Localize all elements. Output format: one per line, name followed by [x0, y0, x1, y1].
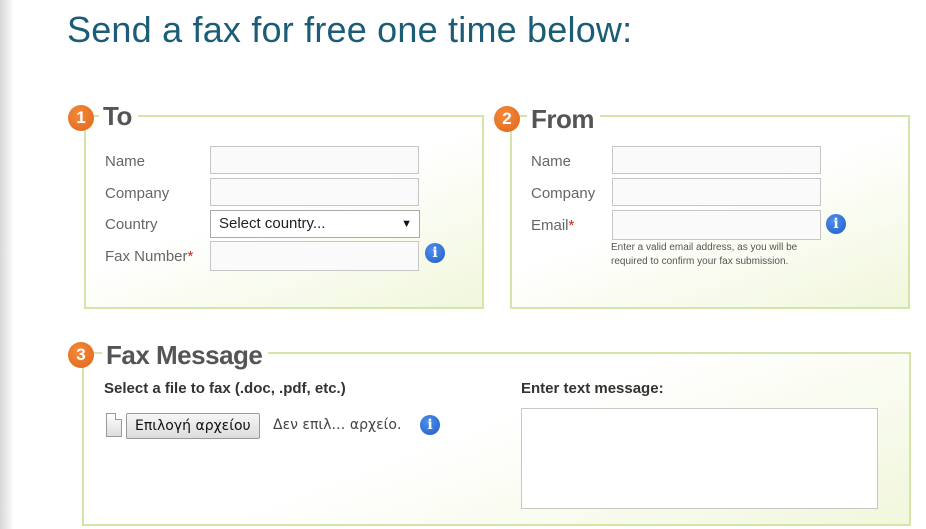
to-name-label: Name: [105, 153, 146, 170]
info-icon[interactable]: i: [425, 243, 445, 263]
email-hint-line-2: required to confirm your fax submission.: [611, 256, 789, 267]
message-section-title: Fax Message: [102, 340, 269, 371]
email-label: Email*: [531, 217, 574, 234]
from-name-input[interactable]: [612, 146, 821, 174]
chevron-down-icon: ▼: [401, 218, 412, 230]
fax-number-input[interactable]: [210, 241, 419, 271]
file-icon: [106, 413, 122, 437]
to-section-title: To: [99, 101, 138, 132]
email-input[interactable]: [612, 210, 821, 240]
required-mark: *: [568, 217, 575, 234]
from-step-badge: 2: [494, 106, 520, 132]
country-select-value: Select country...: [219, 215, 326, 232]
required-mark: *: [187, 248, 194, 265]
email-hint: Enter a valid email address, as you will…: [611, 241, 797, 269]
left-shadow-bar: [0, 0, 14, 529]
info-icon[interactable]: i: [826, 214, 846, 234]
info-icon[interactable]: i: [420, 415, 440, 435]
to-company-label: Company: [105, 185, 170, 202]
page-title: Send a fax for free one time below:: [67, 9, 633, 50]
email-hint-line-1: Enter a valid email address, as you will…: [611, 242, 798, 253]
from-company-input[interactable]: [612, 178, 821, 206]
message-step-badge: 3: [68, 342, 94, 368]
text-message-label: Enter text message:: [521, 380, 664, 397]
from-name-label: Name: [531, 153, 572, 170]
to-step-badge: 1: [68, 105, 94, 131]
to-company-input[interactable]: [210, 178, 419, 206]
file-select-label: Select a file to fax (.doc, .pdf, etc.): [104, 380, 346, 397]
choose-file-button[interactable]: Επιλογή αρχείου: [126, 413, 260, 439]
to-country-label: Country: [105, 216, 158, 233]
country-select[interactable]: Select country... ▼: [210, 210, 420, 238]
from-company-label: Company: [531, 185, 596, 202]
to-name-input[interactable]: [210, 146, 419, 174]
email-label-text: Email: [531, 217, 569, 234]
fax-number-label-text: Fax Number: [105, 248, 188, 265]
from-section-title: From: [527, 104, 600, 135]
file-status-text: Δεν επιλ… αρχείο.: [273, 417, 402, 433]
text-message-input[interactable]: [521, 408, 878, 509]
fax-number-label: Fax Number*: [105, 248, 193, 265]
